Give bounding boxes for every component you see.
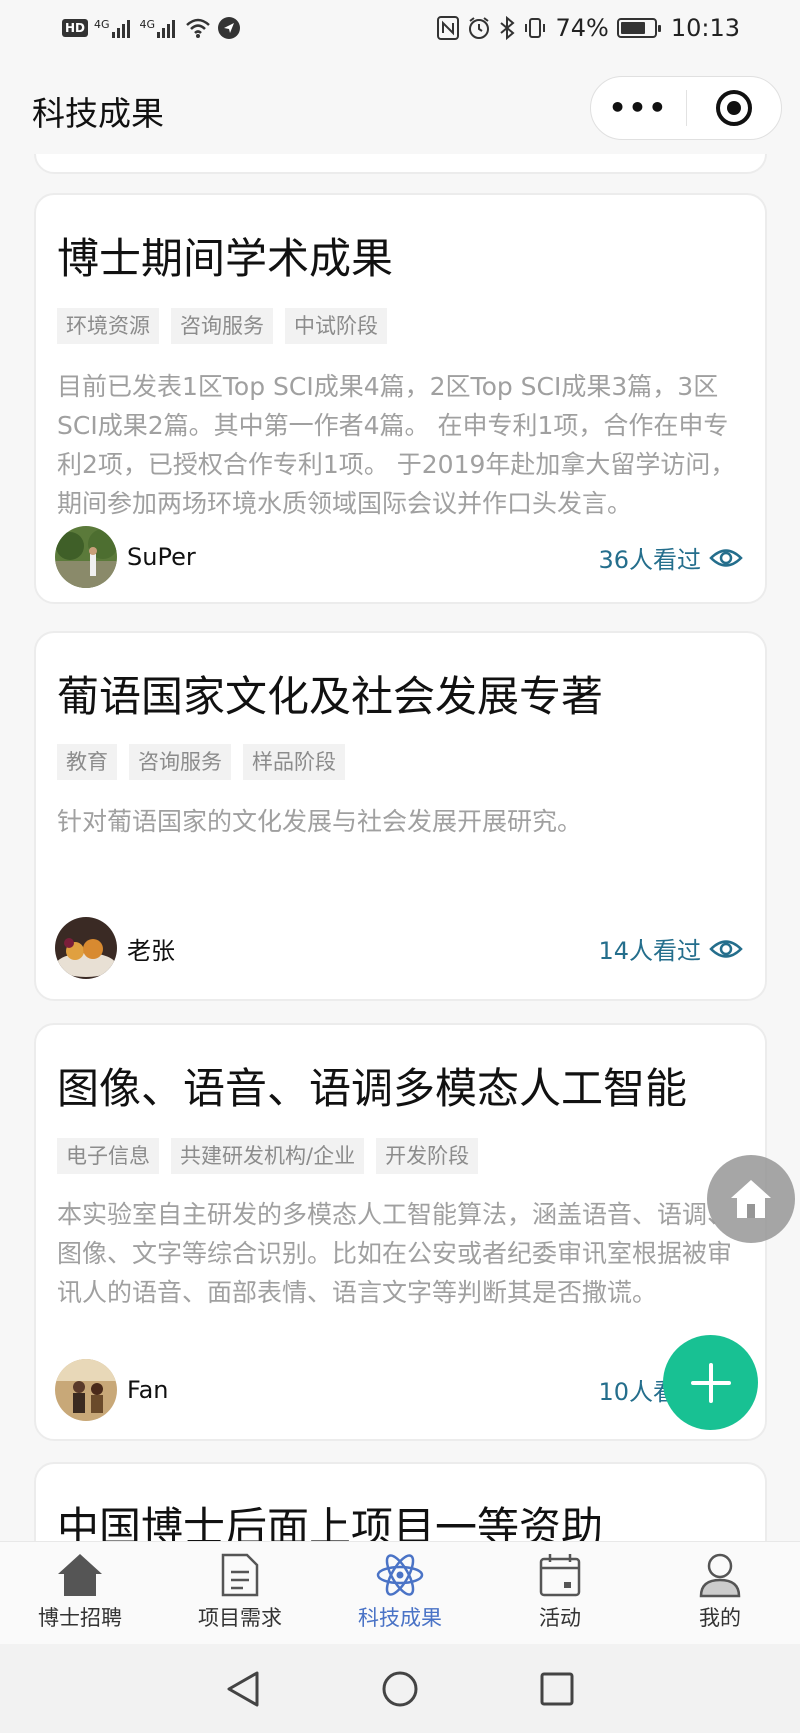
- battery-fill: [620, 22, 645, 34]
- alarm-icon: [469, 17, 490, 39]
- author[interactable]: Fan: [55, 1359, 169, 1421]
- avatar: [55, 1359, 117, 1421]
- tag: 教育: [57, 744, 117, 780]
- plus-icon: [690, 1362, 731, 1403]
- tab-label: 科技成果: [358, 1606, 442, 1630]
- card-title: 葡语国家文化及社会发展专著: [57, 672, 604, 721]
- tag: 开发阶段: [376, 1138, 479, 1174]
- atom-icon: [376, 1554, 424, 1596]
- tag-list: 教育 咨询服务 样品阶段: [57, 744, 345, 780]
- vibrate-icon: [525, 18, 546, 38]
- target-close-icon: [715, 90, 752, 126]
- back-icon[interactable]: [225, 1670, 261, 1708]
- hd-badge: HD: [62, 19, 89, 37]
- signal-icon: 4G: [94, 18, 134, 38]
- home-float-button[interactable]: [707, 1155, 795, 1243]
- app-screen: HD 4G 4G 74% 10:13 科技成果 ••• 博士期间学术成果 环境资…: [0, 0, 800, 1733]
- view-count-label: 14人看过: [598, 937, 701, 965]
- house-icon: [731, 1180, 771, 1218]
- status-left: HD 4G 4G: [62, 16, 241, 40]
- tab-mine[interactable]: 我的: [640, 1542, 800, 1644]
- tag: 环境资源: [57, 308, 159, 344]
- list-item[interactable]: 葡语国家文化及社会发展专著 教育 咨询服务 样品阶段 针对葡语国家的文化发展与社…: [34, 631, 767, 1001]
- results-list[interactable]: 博士期间学术成果 环境资源 咨询服务 中试阶段 目前已发表1区Top SCI成果…: [0, 154, 800, 1541]
- battery-icon: [616, 18, 661, 38]
- network-type-label: 4G: [94, 18, 110, 31]
- house-icon: [58, 1554, 102, 1596]
- eye-icon: [709, 548, 743, 567]
- nfc-icon: [437, 16, 460, 40]
- list-item[interactable]: 中国博士后面上项目一等资助: [34, 1462, 767, 1541]
- tab-doctor-recruit[interactable]: 博士招聘: [0, 1542, 160, 1644]
- recents-square-icon[interactable]: [539, 1671, 575, 1707]
- avatar: [55, 526, 117, 588]
- view-count-label: 36人看过: [598, 546, 701, 574]
- tag: 中试阶段: [285, 308, 387, 344]
- view-count: 36人看过: [598, 540, 743, 575]
- tag: 电子信息: [57, 1138, 159, 1174]
- page-title: 科技成果: [32, 94, 164, 133]
- tab-activities[interactable]: 活动: [480, 1542, 640, 1644]
- network-type-label-2: 4G: [139, 18, 156, 31]
- tab-label: 博士招聘: [38, 1606, 122, 1630]
- author[interactable]: 老张: [55, 917, 175, 979]
- author-name: Fan: [127, 1376, 169, 1404]
- bluetooth-icon: [500, 16, 516, 40]
- tab-label: 我的: [699, 1606, 741, 1630]
- card-description: 本实验室自主研发的多模态人工智能算法，涵盖语音、语调、图像、文字等综合识别。比如…: [57, 1200, 733, 1307]
- tag-list: 环境资源 咨询服务 中试阶段: [57, 308, 387, 344]
- author-name: SuPer: [127, 543, 196, 571]
- add-button[interactable]: [663, 1335, 758, 1430]
- more-button[interactable]: •••: [591, 94, 686, 122]
- list-item[interactable]: 图像、语音、语调多模态人工智能 电子信息 共建研发机构/企业 开发阶段 本实验室…: [34, 1023, 767, 1441]
- tag: 咨询服务: [129, 744, 231, 780]
- battery-percent: 74%: [555, 14, 609, 42]
- signal-icon-2: 4G: [140, 18, 180, 38]
- card-description: 针对葡语国家的文化发展与社会发展开展研究。: [57, 807, 583, 836]
- status-bar: HD 4G 4G 74% 10:13: [0, 0, 800, 62]
- home-circle-icon[interactable]: [381, 1670, 419, 1708]
- miniprogram-capsule: •••: [590, 76, 782, 140]
- card-title: 图像、语音、语调多模态人工智能: [57, 1064, 688, 1113]
- list-item[interactable]: 博士期间学术成果 环境资源 咨询服务 中试阶段 目前已发表1区Top SCI成果…: [34, 193, 767, 604]
- clock: 10:13: [670, 14, 740, 42]
- eye-icon: [709, 939, 743, 958]
- tab-tech-results[interactable]: 科技成果: [320, 1542, 480, 1644]
- list-item[interactable]: [34, 154, 767, 174]
- author-name: 老张: [127, 936, 175, 965]
- close-button[interactable]: [687, 89, 781, 127]
- nav-bar: 科技成果 •••: [0, 62, 800, 154]
- tab-bar: 博士招聘 项目需求 科技成果 活动 我的: [0, 1541, 800, 1644]
- tab-label: 活动: [539, 1606, 581, 1630]
- status-right: 74% 10:13: [437, 14, 740, 42]
- author[interactable]: SuPer: [55, 526, 196, 588]
- wifi-icon: [186, 18, 210, 38]
- location-icon: [218, 17, 241, 39]
- tag-list: 电子信息 共建研发机构/企业 开发阶段: [57, 1138, 479, 1174]
- tag: 共建研发机构/企业: [171, 1138, 365, 1174]
- card-title: 中国博士后面上项目一等资助: [57, 1503, 604, 1541]
- card-description: 目前已发表1区Top SCI成果4篇，2区Top SCI成果3篇，3区SCI成果…: [57, 372, 736, 518]
- tag: 样品阶段: [243, 744, 345, 780]
- document-icon: [221, 1553, 259, 1597]
- person-icon: [699, 1553, 741, 1598]
- tag: 咨询服务: [171, 308, 273, 344]
- view-count: 14人看过: [598, 931, 743, 966]
- system-navigation-bar: [0, 1644, 800, 1733]
- tab-label: 项目需求: [198, 1606, 282, 1630]
- avatar: [55, 917, 117, 979]
- tab-project-needs[interactable]: 项目需求: [160, 1542, 320, 1644]
- card-title: 博士期间学术成果: [57, 234, 394, 283]
- calendar-icon: [539, 1554, 581, 1597]
